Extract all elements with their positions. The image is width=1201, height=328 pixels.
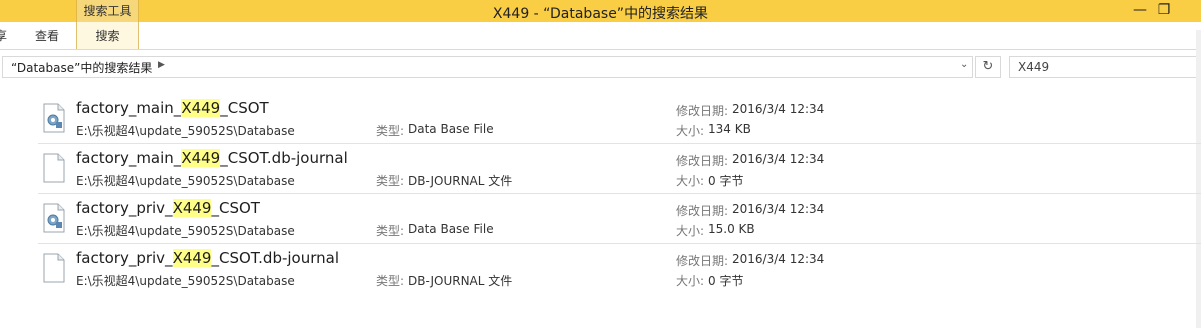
file-size: 134 KB: [708, 122, 751, 136]
search-highlight: X449: [172, 199, 212, 217]
file-name[interactable]: factory_main_X449_CSOT.db-journal: [76, 149, 348, 167]
chevron-down-icon[interactable]: ⌄: [960, 59, 968, 70]
type-label: 类型:: [376, 174, 405, 188]
type-label: 类型:: [376, 224, 405, 238]
database-file-icon: [43, 203, 65, 233]
restore-icon: ❐: [1157, 2, 1171, 18]
address-bar[interactable]: “Database”中的搜索结果 ▶ ⌄: [2, 56, 973, 78]
search-highlight: X449: [181, 149, 221, 167]
row-divider: [38, 193, 1201, 194]
modified-date: 2016/3/4 12:34: [732, 202, 825, 216]
search-highlight: X449: [172, 249, 212, 267]
file-size: 0 字节: [708, 274, 744, 288]
size-label: 大小:: [676, 124, 705, 138]
chevron-right-icon[interactable]: ▶: [158, 60, 165, 70]
file-size: 0 字节: [708, 174, 744, 188]
type-label: 类型:: [376, 274, 405, 288]
blank-file-icon: [43, 253, 65, 283]
size-label: 大小:: [676, 174, 705, 188]
modified-date: 2016/3/4 12:34: [732, 252, 825, 266]
window-title: X449 - “Database”中的搜索结果: [492, 6, 709, 22]
file-type: Data Base File: [408, 222, 494, 236]
minimize-icon: —: [1133, 2, 1147, 18]
file-type: Data Base File: [408, 122, 494, 136]
list-item[interactable]: factory_main_X449_CSOT.db-journal E:\乐视超…: [38, 145, 1201, 193]
tab-view[interactable]: 查看: [35, 22, 59, 49]
file-type: DB-JOURNAL 文件: [408, 274, 513, 288]
modified-label: 修改日期:: [676, 104, 729, 118]
tab-search[interactable]: 搜索: [76, 22, 139, 49]
file-path: E:\乐视超4\update_59052S\Database: [76, 174, 295, 188]
refresh-icon: ↻: [982, 59, 994, 74]
blank-file-icon: [43, 153, 65, 183]
type-label: 类型:: [376, 124, 405, 138]
size-label: 大小:: [676, 224, 705, 238]
restore-button[interactable]: ❐: [1149, 0, 1179, 22]
address-row: “Database”中的搜索结果 ▶ ⌄ ↻ X449: [0, 52, 1201, 80]
modified-label: 修改日期:: [676, 204, 729, 218]
tab-share[interactable]: 享: [0, 22, 7, 49]
modified-date: 2016/3/4 12:34: [732, 152, 825, 166]
breadcrumb[interactable]: “Database”中的搜索结果: [11, 59, 152, 76]
file-path: E:\乐视超4\update_59052S\Database: [76, 274, 295, 288]
database-file-icon: [43, 103, 65, 133]
file-path: E:\乐视超4\update_59052S\Database: [76, 124, 295, 138]
search-highlight: X449: [181, 99, 221, 117]
list-item[interactable]: factory_priv_X449_CSOT.db-journal E:\乐视超…: [38, 245, 1201, 293]
refresh-button[interactable]: ↻: [975, 56, 1001, 78]
list-item[interactable]: factory_main_X449_CSOT E:\乐视超4\update_59…: [38, 95, 1201, 143]
list-item[interactable]: factory_priv_X449_CSOT E:\乐视超4\update_59…: [38, 195, 1201, 243]
title-bar[interactable]: 搜索工具 X449 - “Database”中的搜索结果 — ❐: [0, 0, 1201, 22]
ribbon-tabs: 享 查看 搜索: [0, 22, 1201, 50]
file-type: DB-JOURNAL 文件: [408, 174, 513, 188]
file-name[interactable]: factory_priv_X449_CSOT: [76, 199, 260, 217]
file-name[interactable]: factory_priv_X449_CSOT.db-journal: [76, 249, 339, 267]
file-path: E:\乐视超4\update_59052S\Database: [76, 224, 295, 238]
search-input[interactable]: X449: [1009, 56, 1201, 78]
modified-label: 修改日期:: [676, 254, 729, 268]
file-size: 15.0 KB: [708, 222, 755, 236]
search-query[interactable]: X449: [1018, 60, 1049, 74]
size-label: 大小:: [676, 274, 705, 288]
row-divider: [38, 143, 1201, 144]
modified-label: 修改日期:: [676, 154, 729, 168]
modified-date: 2016/3/4 12:34: [732, 102, 825, 116]
row-divider: [38, 243, 1201, 244]
file-name[interactable]: factory_main_X449_CSOT: [76, 99, 269, 117]
